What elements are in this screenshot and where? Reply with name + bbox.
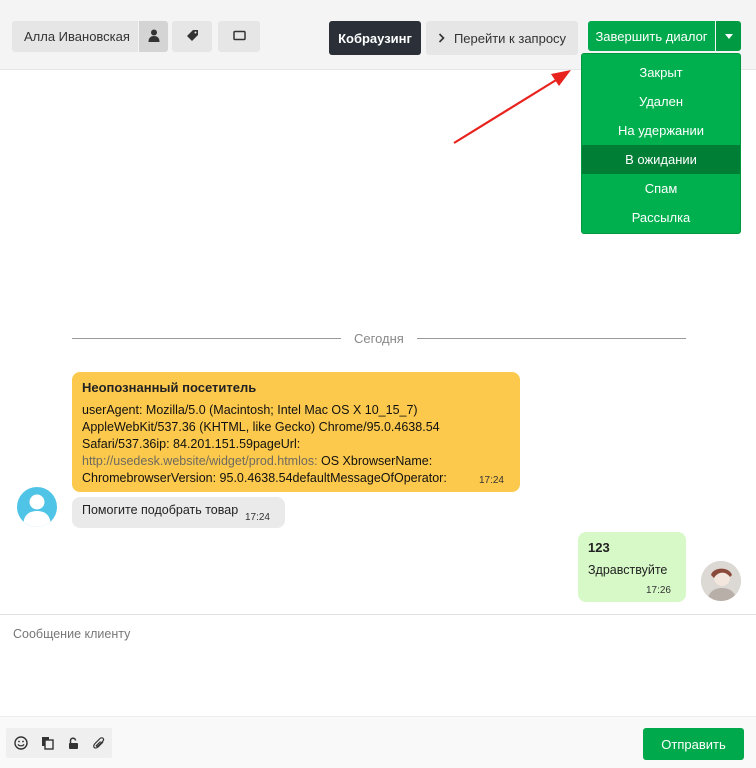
visitor-info-title: Неопознанный посетитель — [82, 380, 257, 395]
chevron-right-icon — [438, 30, 445, 46]
status-item-waiting[interactable]: В ожидании — [582, 145, 740, 174]
composer-tools — [6, 728, 112, 758]
visitor-message: Помогите подобрать товар 17:24 — [72, 497, 285, 528]
status-dropdown-menu: Закрыт Удален На удержании В ожидании Сп… — [581, 53, 741, 234]
finish-dialog-label: Завершить диалог — [595, 28, 708, 44]
window-icon — [232, 29, 246, 44]
caret-down-icon — [724, 33, 733, 39]
goto-request-label: Перейти к запросу — [453, 30, 567, 46]
composer-toolbar: Отправить — [0, 716, 756, 768]
status-item-spam[interactable]: Спам — [582, 174, 740, 203]
visitor-avatar — [17, 487, 57, 527]
agent-message: 123 Здравствуйте 17:26 — [578, 532, 686, 602]
message-composer: Отправить — [0, 614, 756, 768]
message-time: 17:24 — [478, 475, 504, 486]
visitor-info-text: OS XbrowserName: — [317, 454, 433, 468]
status-item-deleted[interactable]: Удален — [582, 87, 740, 116]
visitor-info-line: Safari/537.36ip: 84.201.151.59pageUrl: — [82, 437, 301, 451]
client-name: Алла Ивановская — [24, 29, 130, 44]
visitor-info-line: ChromebrowserVersion: 95.0.4638.54defaul… — [82, 471, 447, 485]
send-button[interactable]: Отправить — [643, 728, 744, 760]
visitor-info-line: userAgent: Mozilla/5.0 (Macintosh; Intel… — [82, 403, 418, 417]
lock-icon[interactable] — [64, 734, 82, 752]
client-name-button[interactable]: Алла Ивановская — [12, 21, 138, 52]
agent-name: 123 — [588, 540, 610, 555]
client-profile-button[interactable] — [139, 21, 168, 52]
finish-dialog-dropdown-toggle[interactable] — [716, 21, 741, 51]
attachment-icon[interactable] — [90, 734, 108, 752]
finish-dialog-button[interactable]: Завершить диалог — [588, 21, 715, 51]
window-button[interactable] — [218, 21, 260, 52]
tags-button[interactable] — [172, 21, 212, 52]
status-item-on-hold[interactable]: На удержании — [582, 116, 740, 145]
visitor-info-line: http://usedesk.website/widget/prod.htmlo… — [82, 453, 510, 470]
visitor-info-line: AppleWebKit/537.36 (KHTML, like Gecko) C… — [82, 420, 440, 434]
agent-avatar — [701, 561, 741, 601]
send-label: Отправить — [661, 736, 726, 752]
message-time: 17:26 — [645, 585, 671, 596]
user-silhouette-icon — [23, 494, 51, 527]
agent-message-text: Здравствуйте — [588, 563, 668, 577]
emoji-icon[interactable] — [12, 734, 30, 752]
tag-icon — [186, 29, 199, 45]
status-item-mailing[interactable]: Рассылка — [582, 203, 740, 232]
status-item-closed[interactable]: Закрыт — [582, 58, 740, 87]
message-input[interactable] — [3, 627, 743, 715]
date-divider-label: Сегодня — [341, 331, 417, 346]
cobrowse-label: Кобраузинг — [338, 30, 412, 46]
visitor-message-text: Помогите подобрать товар — [82, 503, 239, 517]
message-time: 17:24 — [244, 512, 270, 523]
agent-photo — [701, 561, 741, 601]
finish-dialog-split-button: Завершить диалог — [588, 21, 741, 51]
templates-icon[interactable] — [38, 734, 56, 752]
visitor-page-url-link[interactable]: http://usedesk.website/widget/prod.htmlo… — [82, 454, 318, 468]
annotation-arrow — [453, 70, 571, 144]
visitor-info-message: Неопознанный посетитель userAgent: Mozil… — [72, 372, 520, 492]
user-icon — [148, 29, 160, 45]
visitor-info-body: userAgent: Mozilla/5.0 (Macintosh; Intel… — [82, 402, 510, 487]
cobrowse-button[interactable]: Кобраузинг — [329, 21, 421, 55]
